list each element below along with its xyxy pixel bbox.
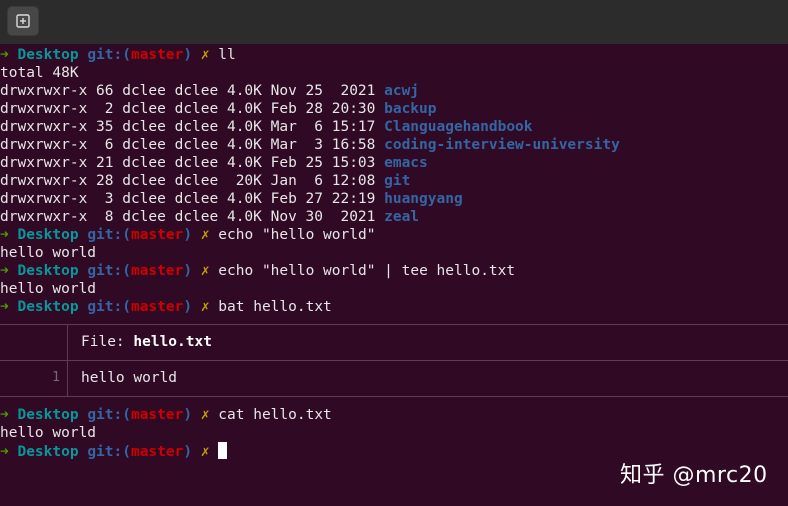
ls-entry: drwxrwxr-x 2 dclee dclee 4.0K Feb 28 20:… xyxy=(0,100,788,118)
ls-entry-meta: drwxrwxr-x 21 dclee dclee 4.0K Feb 25 15… xyxy=(0,155,385,171)
dirty-mark-icon: ✗ xyxy=(200,227,210,243)
prompt-branch: master xyxy=(130,47,184,63)
ls-entry-dir-name: huangyang xyxy=(384,191,463,207)
bat-line-content: hello world xyxy=(81,370,178,386)
ls-entry: drwxrwxr-x 8 dclee dclee 4.0K Nov 30 202… xyxy=(0,208,788,226)
prompt-git: git:( xyxy=(87,227,131,243)
prompt-git: git:( xyxy=(87,407,131,423)
dirty-mark-icon: ✗ xyxy=(200,444,210,460)
ls-entry-dir-name: acwj xyxy=(384,83,420,99)
prompt-git-close: ) xyxy=(183,407,193,423)
prompt-cwd: Desktop xyxy=(17,227,79,243)
prompt-git: git:( xyxy=(87,299,131,315)
ls-entry-meta: drwxrwxr-x 3 dclee dclee 4.0K Feb 27 22:… xyxy=(0,191,385,207)
prompt-cwd: Desktop xyxy=(17,263,79,279)
prompt-branch: master xyxy=(130,407,184,423)
new-tab-icon xyxy=(16,14,30,28)
ls-entry-meta: drwxrwxr-x 2 dclee dclee 4.0K Feb 28 20:… xyxy=(0,101,385,117)
ls-entry-meta: drwxrwxr-x 8 dclee dclee 4.0K Nov 30 202… xyxy=(0,209,385,225)
title-bar xyxy=(0,0,788,44)
prompt-git-close: ) xyxy=(183,227,193,243)
prompt-arrow-icon: ➜ xyxy=(0,227,9,243)
cursor xyxy=(218,442,228,459)
command-text: cat hello.txt xyxy=(218,407,332,423)
prompt-arrow-icon: ➜ xyxy=(0,263,9,279)
dirty-mark-icon: ✗ xyxy=(200,47,210,63)
prompt-git: git:( xyxy=(87,263,131,279)
prompt-line: ➜ Desktop git:(master) ✗ cat hello.txt xyxy=(0,406,788,424)
bat-file-label: File: xyxy=(81,334,134,350)
output-total: total 48K xyxy=(0,65,79,81)
command-output: hello world xyxy=(0,425,97,441)
terminal-output[interactable]: ➜ Desktop git:(master) ✗ ll total 48K dr… xyxy=(0,46,788,460)
command-output: hello world xyxy=(0,245,97,261)
bat-output: File: hello.txt 1 hello world xyxy=(0,316,788,406)
bat-top-rule xyxy=(0,324,788,325)
command-text: ll xyxy=(218,47,236,63)
prompt-line: ➜ Desktop git:(master) ✗ ll xyxy=(0,46,788,64)
ls-entry: drwxrwxr-x 28 dclee dclee 20K Jan 6 12:0… xyxy=(0,172,788,190)
prompt-arrow-icon: ➜ xyxy=(0,47,9,63)
ls-entry-dir-name: backup xyxy=(384,101,437,117)
command-text: echo "hello world" xyxy=(218,227,376,243)
ls-entry: drwxrwxr-x 6 dclee dclee 4.0K Mar 3 16:5… xyxy=(0,136,788,154)
bat-header-rule xyxy=(0,360,788,361)
prompt-line: ➜ Desktop git:(master) ✗ bat hello.txt xyxy=(0,298,788,316)
ls-entry-dir-name: Clanguagehandbook xyxy=(384,119,533,135)
ls-entry-meta: drwxrwxr-x 28 dclee dclee 20K Jan 6 12:0… xyxy=(0,173,385,189)
prompt-git-close: ) xyxy=(183,263,193,279)
ls-entry-meta: drwxrwxr-x 66 dclee dclee 4.0K Nov 25 20… xyxy=(0,83,385,99)
prompt-branch: master xyxy=(130,263,184,279)
ls-entry-dir-name: coding-interview-university xyxy=(384,137,620,153)
prompt-git-close: ) xyxy=(183,47,193,63)
prompt-git: git:( xyxy=(87,444,131,460)
ls-entry-dir-name: git xyxy=(384,173,411,189)
prompt-cwd: Desktop xyxy=(17,47,79,63)
prompt-cwd: Desktop xyxy=(17,444,79,460)
ls-entry: drwxrwxr-x 35 dclee dclee 4.0K Mar 6 15:… xyxy=(0,118,788,136)
dirty-mark-icon: ✗ xyxy=(200,299,210,315)
command-text: echo "hello world" | tee hello.txt xyxy=(218,263,516,279)
prompt-git-close: ) xyxy=(183,299,193,315)
ls-entry-dir-name: zeal xyxy=(384,209,420,225)
prompt-cwd: Desktop xyxy=(17,299,79,315)
ls-entry-meta: drwxrwxr-x 35 dclee dclee 4.0K Mar 6 15:… xyxy=(0,119,385,135)
bat-line-number: 1 xyxy=(52,370,60,385)
ls-entry: drwxrwxr-x 3 dclee dclee 4.0K Feb 27 22:… xyxy=(0,190,788,208)
command-text: bat hello.txt xyxy=(218,299,332,315)
prompt-cwd: Desktop xyxy=(17,407,79,423)
prompt-branch: master xyxy=(130,299,184,315)
prompt-line: ➜ Desktop git:(master) ✗ echo "hello wor… xyxy=(0,262,788,280)
dirty-mark-icon: ✗ xyxy=(200,407,210,423)
bat-file-name: hello.txt xyxy=(133,334,212,350)
prompt-arrow-icon: ➜ xyxy=(0,444,9,460)
dirty-mark-icon: ✗ xyxy=(200,263,210,279)
watermark: 知乎 @mrc20 xyxy=(620,463,768,488)
prompt-branch: master xyxy=(130,444,184,460)
prompt-branch: master xyxy=(130,227,184,243)
bat-bottom-rule xyxy=(0,396,788,397)
ls-entry: drwxrwxr-x 21 dclee dclee 4.0K Feb 25 15… xyxy=(0,154,788,172)
prompt-git: git:( xyxy=(87,47,131,63)
prompt-line: ➜ Desktop git:(master) ✗ echo "hello wor… xyxy=(0,226,788,244)
command-output: hello world xyxy=(0,281,97,297)
prompt-arrow-icon: ➜ xyxy=(0,299,9,315)
bat-file-header: File: hello.txt xyxy=(81,333,212,351)
ls-entry-dir-name: emacs xyxy=(384,155,428,171)
ls-entry-meta: drwxrwxr-x 6 dclee dclee 4.0K Mar 3 16:5… xyxy=(0,137,385,153)
new-tab-button[interactable] xyxy=(7,6,39,36)
prompt-git-close: ) xyxy=(183,444,193,460)
prompt-arrow-icon: ➜ xyxy=(0,407,9,423)
ls-entry: drwxrwxr-x 66 dclee dclee 4.0K Nov 25 20… xyxy=(0,82,788,100)
